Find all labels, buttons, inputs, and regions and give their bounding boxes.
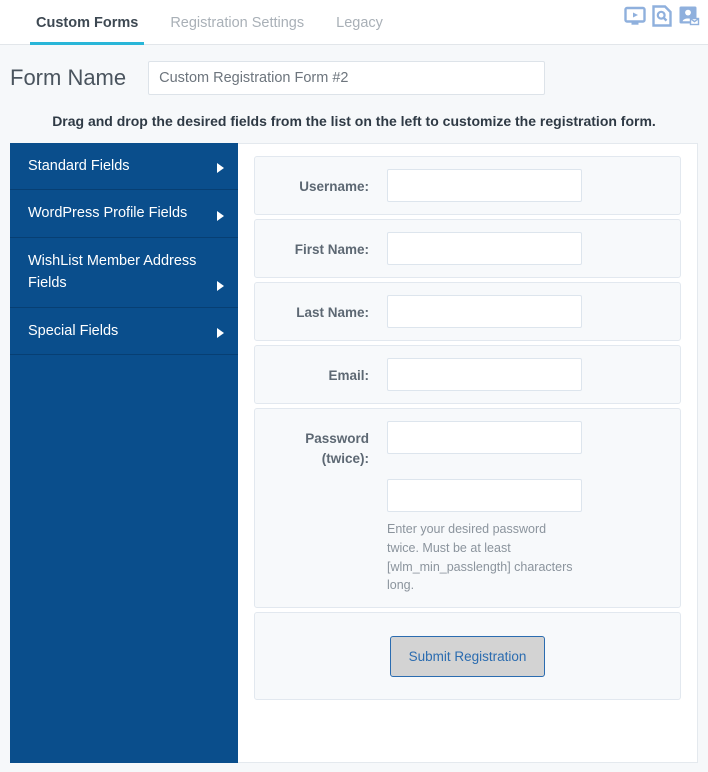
tab-legacy[interactable]: Legacy: [320, 0, 399, 45]
email-input[interactable]: [387, 358, 582, 391]
form-field-row-first-name[interactable]: First Name:: [254, 219, 681, 278]
username-input[interactable]: [387, 169, 582, 202]
field-label: Password (twice):: [305, 431, 369, 466]
sidebar-item-label: Standard Fields: [28, 158, 130, 174]
tab-legacy-label: Legacy: [336, 14, 383, 31]
tab-registration-settings-label: Registration Settings: [170, 14, 305, 31]
chevron-right-icon: [217, 210, 224, 221]
form-name-label: Form Name: [10, 65, 127, 90]
chevron-right-icon: [217, 328, 224, 339]
top-icon-group: [624, 5, 700, 27]
field-label: Last Name:: [296, 305, 369, 320]
sidebar-item-label: Special Fields: [28, 322, 119, 339]
form-preview-panel: Username: First Name: Last Name: Email:: [238, 143, 698, 763]
form-name-row: Form Name: [0, 45, 708, 97]
password-confirm-input[interactable]: [387, 479, 582, 512]
form-field-row-last-name[interactable]: Last Name:: [254, 282, 681, 341]
first-name-input[interactable]: [387, 232, 582, 265]
field-control: [387, 358, 666, 391]
sidebar-item-special-fields[interactable]: Special Fields: [10, 308, 238, 356]
field-label: First Name:: [294, 242, 369, 257]
footer-actions: Close Save Save & Close: [0, 763, 708, 772]
search-doc-icon[interactable]: [651, 5, 673, 27]
field-control: [387, 169, 666, 202]
top-tab-bar: Custom Forms Registration Settings Legac…: [0, 0, 708, 45]
tab-custom-forms-label: Custom Forms: [36, 14, 139, 31]
chevron-right-icon: [217, 163, 224, 174]
sidebar-item-wishlist-member-address-fields[interactable]: WishList Member Address Fields: [10, 238, 238, 308]
form-field-row-email[interactable]: Email:: [254, 345, 681, 404]
video-tutorial-icon[interactable]: [624, 5, 646, 27]
field-label: Email:: [328, 368, 369, 383]
field-label: Username:: [299, 179, 369, 194]
last-name-input[interactable]: [387, 295, 582, 328]
form-field-row-password[interactable]: Password (twice): Enter your desired pas…: [254, 408, 681, 608]
sidebar-item-label: WordPress Profile Fields: [28, 205, 188, 222]
tab-list: Custom Forms Registration Settings Legac…: [0, 0, 399, 45]
contact-user-icon[interactable]: [678, 5, 700, 27]
drag-drop-instructions: Drag and drop the desired fields from th…: [52, 113, 656, 129]
field-category-sidebar: Standard Fields WordPress Profile Fields…: [10, 143, 238, 763]
field-control: [387, 295, 666, 328]
password-input[interactable]: [387, 421, 582, 454]
tab-custom-forms[interactable]: Custom Forms: [20, 0, 154, 45]
form-field-row-submit[interactable]: Submit Registration: [254, 612, 681, 700]
chevron-right-icon: [217, 280, 224, 291]
tab-registration-settings[interactable]: Registration Settings: [154, 0, 320, 45]
form-name-input[interactable]: [148, 61, 546, 95]
field-control: [387, 232, 666, 265]
field-control: Enter your desired password twice. Must …: [387, 421, 666, 595]
sidebar-item-standard-fields[interactable]: Standard Fields: [10, 143, 238, 191]
submit-registration-button[interactable]: Submit Registration: [389, 635, 546, 677]
sidebar-item-label: WishList Member Address Fields: [28, 252, 197, 292]
builder-body: Standard Fields WordPress Profile Fields…: [0, 143, 708, 763]
password-help-text: Enter your desired password twice. Must …: [387, 522, 573, 593]
form-field-row-username[interactable]: Username:: [254, 156, 681, 215]
sidebar-item-wordpress-profile-fields[interactable]: WordPress Profile Fields: [10, 190, 238, 238]
